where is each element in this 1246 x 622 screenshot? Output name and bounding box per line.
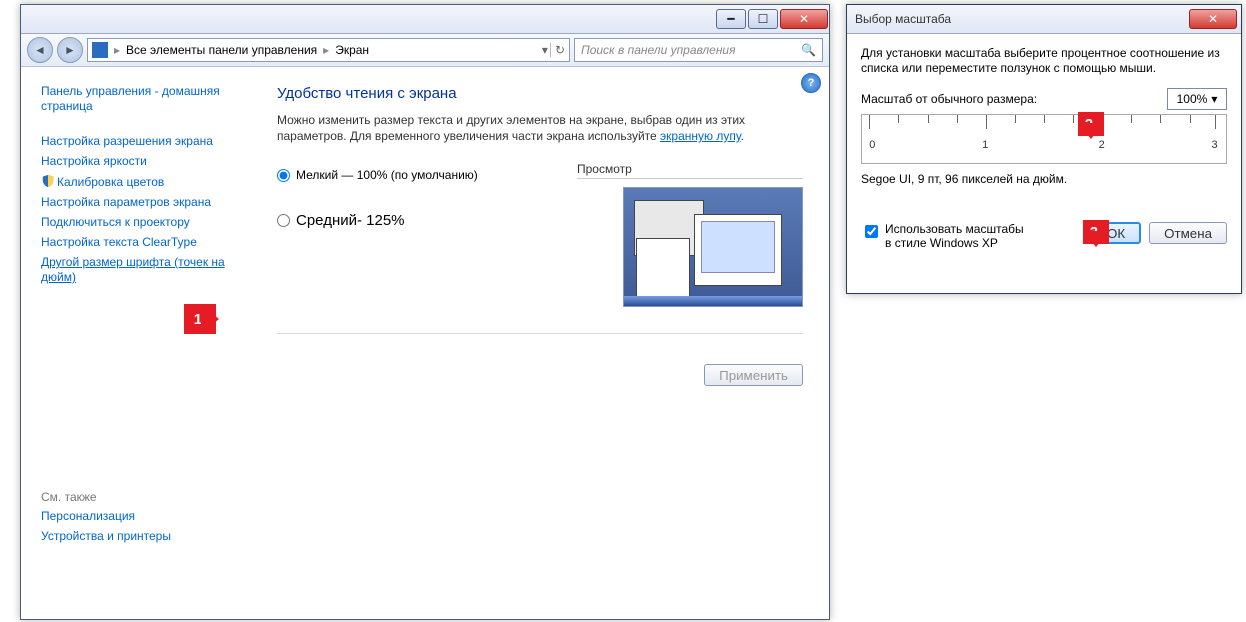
- sidebar-item-brightness[interactable]: Настройка яркости: [41, 154, 247, 169]
- cancel-button[interactable]: Отмена: [1149, 222, 1227, 244]
- sidebar-item-dpi[interactable]: Другой размер шрифта (точек на дюйм): [41, 255, 247, 285]
- preview-thumbnail: [623, 187, 803, 307]
- search-placeholder: Поиск в панели управления: [581, 43, 736, 57]
- sidebar-see-also-personalization[interactable]: Персонализация: [41, 509, 247, 524]
- control-panel-icon: [92, 42, 108, 58]
- maximize-button[interactable]: ☐: [748, 9, 778, 29]
- sidebar-see-also-devices[interactable]: Устройства и принтеры: [41, 529, 247, 544]
- titlebar: ━ ☐ ✕: [21, 5, 829, 34]
- breadcrumb-leaf[interactable]: Экран: [335, 43, 369, 57]
- breadcrumb-sep-icon: ▸: [114, 43, 120, 57]
- scale-label: Масштаб от обычного размера:: [861, 92, 1037, 106]
- main-content: ? Удобство чтения с экрана Можно изменит…: [251, 67, 829, 621]
- dialog-instruction: Для установки масштаба выберите процентн…: [861, 46, 1227, 76]
- arrow-3: 3.: [1083, 220, 1109, 244]
- search-icon: 🔍: [801, 43, 816, 57]
- dialog-title: Выбор масштаба: [855, 12, 951, 26]
- navbar: ◄ ► ▸ Все элементы панели управления ▸ Э…: [21, 34, 829, 67]
- dialog-close-button[interactable]: ✕: [1189, 9, 1237, 29]
- refresh-icon[interactable]: ↻: [550, 43, 565, 57]
- breadcrumb-root[interactable]: Все элементы панели управления: [126, 43, 317, 57]
- sidebar-item-params[interactable]: Настройка параметров экрана: [41, 195, 247, 210]
- preview-label: Просмотр: [577, 162, 632, 176]
- arrow-1: 1.: [184, 304, 216, 334]
- radio-medium[interactable]: [277, 214, 290, 227]
- font-preview: Segoe UI, 9 пт, 96 пикселей на дюйм.: [861, 172, 1227, 186]
- scale-dialog: Выбор масштаба ✕ Для установки масштаба …: [846, 4, 1242, 294]
- help-icon[interactable]: ?: [801, 73, 821, 93]
- page-title: Удобство чтения с экрана: [277, 85, 803, 102]
- close-button[interactable]: ✕: [780, 9, 828, 29]
- radio-small[interactable]: [277, 169, 290, 182]
- magnifier-link[interactable]: экранную лупу: [660, 129, 741, 143]
- see-also-title: См. также: [41, 490, 247, 504]
- dialog-titlebar: Выбор масштаба ✕: [847, 5, 1241, 34]
- sidebar: Панель управления - домашняя страница На…: [21, 67, 251, 621]
- addr-dropdown-icon[interactable]: ▾: [542, 43, 548, 57]
- page-description: Можно изменить размер текста и других эл…: [277, 112, 803, 144]
- shield-icon: [41, 174, 55, 188]
- forward-button[interactable]: ►: [57, 37, 83, 63]
- xp-style-checkbox[interactable]: [865, 225, 878, 238]
- sidebar-item-cleartype[interactable]: Настройка текста ClearType: [41, 235, 247, 250]
- back-button[interactable]: ◄: [27, 37, 53, 63]
- radio-medium-label: Средний- 125%: [296, 212, 405, 229]
- xp-style-label: Использовать масштабы в стиле Windows XP: [885, 222, 1031, 250]
- apply-button[interactable]: Применить: [704, 364, 803, 386]
- sidebar-item-projector[interactable]: Подключиться к проектору: [41, 215, 247, 230]
- search-input[interactable]: Поиск в панели управления 🔍: [574, 38, 823, 62]
- arrow-2: 2.: [1078, 112, 1104, 136]
- chevron-down-icon: ▾: [1211, 92, 1217, 106]
- minimize-button[interactable]: ━: [716, 9, 746, 29]
- ruler-slider[interactable]: 0 1 2 3: [861, 114, 1227, 164]
- control-panel-window: ━ ☐ ✕ ◄ ► ▸ Все элементы панели управлен…: [20, 4, 830, 620]
- radio-small-label: Мелкий — 100% (по умолчанию): [296, 168, 478, 182]
- sidebar-item-resolution[interactable]: Настройка разрешения экрана: [41, 134, 247, 149]
- breadcrumb-sep-icon: ▸: [323, 43, 329, 57]
- scale-combo[interactable]: 100% ▾: [1167, 88, 1227, 110]
- sidebar-item-calibration[interactable]: Калибровка цветов: [41, 174, 247, 190]
- address-bar[interactable]: ▸ Все элементы панели управления ▸ Экран…: [87, 38, 570, 62]
- sidebar-home[interactable]: Панель управления - домашняя страница: [41, 84, 247, 114]
